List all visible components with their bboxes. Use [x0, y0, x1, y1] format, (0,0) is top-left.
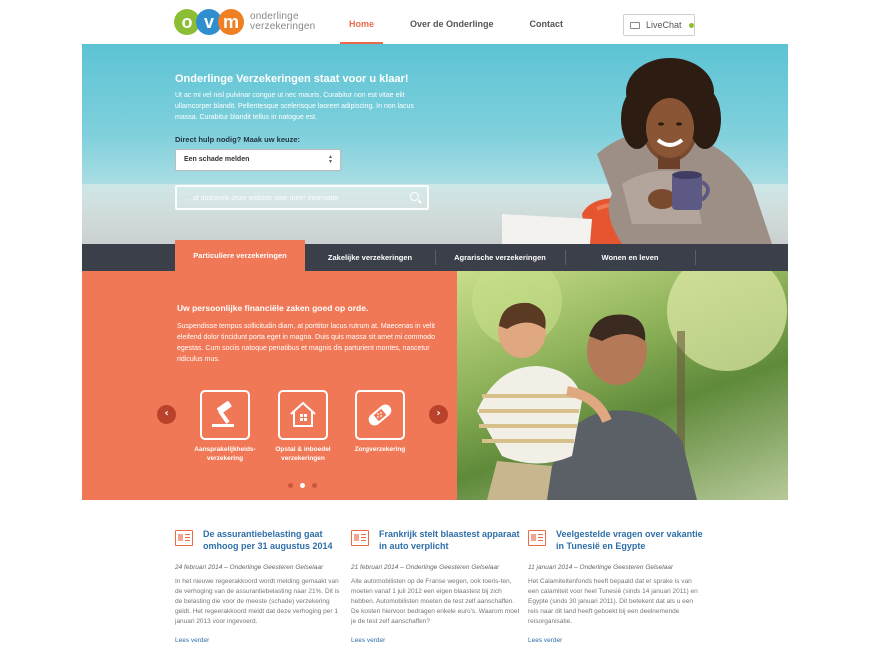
livechat-label: LiveChat [646, 20, 682, 30]
gavel-icon [200, 390, 250, 440]
nav-contact[interactable]: Contact [521, 0, 573, 44]
news-title[interactable]: De assurantiebelasting gaat omhoog per 3… [203, 528, 353, 552]
category-tabs: Particuliere verzekeringen Zakelijke ver… [82, 240, 788, 271]
carousel-dot-active[interactable] [300, 483, 305, 488]
main-nav: Home Over de Onderlinge Contact [340, 0, 590, 44]
search-box [175, 185, 429, 210]
carousel-prev-button[interactable]: ‹ [157, 405, 176, 424]
read-more-link[interactable]: Lees verder [528, 637, 562, 644]
news-title[interactable]: Veelgestelde vragen over vakantie in Tun… [556, 528, 706, 552]
hero-text: Ut ac mi vel nisl pulvinar congue ut nec… [175, 92, 414, 121]
news-meta: 24 februari 2014 – Onderlinge Geesteren … [175, 564, 324, 571]
insurance-zorg[interactable]: Zorgverzekering [340, 390, 420, 454]
carousel-dots [288, 483, 324, 488]
news-meta: 21 februari 2014 – Onderlinge Geesteren … [351, 564, 500, 571]
chat-icon [630, 21, 640, 29]
help-select[interactable]: Een schade melden ▲ ▼ [175, 149, 341, 171]
search-input[interactable] [177, 188, 397, 209]
feature-panel: Uw persoonlijke financiële zaken goed op… [82, 271, 457, 500]
news-text: Het Calamiteitenfonds heeft bepaald dat … [528, 578, 698, 625]
family-image [457, 271, 788, 500]
tab-divider [695, 250, 696, 265]
logo[interactable]: o v m onderlinge verzekeringen [174, 8, 315, 36]
feature-text: Suspendisse tempus sollicitudin diam, at… [177, 323, 435, 363]
insurance-label-line: Opstal & inboedel [275, 446, 331, 453]
news-text: Alle automobilisten op de Franse wegen, … [351, 578, 520, 625]
insurance-label-line: verzekering [206, 455, 244, 462]
insurance-label: Aansprakelijkheids- verzekering [185, 445, 265, 463]
bandage-icon [355, 390, 405, 440]
news-text: In het nieuwe regeerakkoord wordt meldin… [175, 578, 340, 625]
insurance-opstal-inboedel[interactable]: Opstal & inboedel verzekeringen [263, 390, 343, 463]
insurance-label-line: verzekeringen [281, 455, 325, 462]
tab-agrarische[interactable]: Agrarische verzekeringen [435, 244, 565, 271]
nav-home[interactable]: Home [340, 0, 384, 44]
hero-woman-image [502, 58, 772, 244]
read-more-link[interactable]: Lees verder [175, 637, 209, 644]
carousel-dot[interactable] [288, 483, 293, 488]
read-more-link[interactable]: Lees verder [351, 637, 385, 644]
logo-wordmark: onderlinge verzekeringen [250, 12, 315, 32]
insurance-label-line: Aansprakelijkheids- [194, 446, 256, 453]
livechat-button[interactable]: LiveChat [623, 14, 695, 36]
news-meta: 11 januari 2014 – Onderlinge Geesteren G… [528, 564, 674, 571]
insurance-label: Zorgverzekering [340, 445, 420, 454]
carousel-dot[interactable] [312, 483, 317, 488]
logo-mark: o v m [174, 8, 244, 36]
newspaper-icon [528, 530, 546, 546]
search-icon[interactable] [410, 192, 419, 201]
insurance-label-line: Zorgverzekering [354, 446, 406, 453]
tab-zakelijke[interactable]: Zakelijke verzekeringen [305, 244, 435, 271]
online-status-dot [688, 22, 694, 28]
feature-title: Uw persoonlijke financiële zaken goed op… [177, 303, 369, 313]
hero-help-label: Direct hulp nodig? Maak uw keuze: [175, 135, 301, 144]
news-title[interactable]: Frankrijk stelt blaastest apparaat in au… [379, 528, 529, 552]
logo-line-2: verzekeringen [250, 21, 316, 32]
tab-particuliere[interactable]: Particuliere verzekeringen [175, 240, 305, 271]
hero-title: Onderlinge Verzekeringen staat voor u kl… [175, 73, 409, 85]
carousel-next-button[interactable]: › [429, 405, 448, 424]
insurance-label: Opstal & inboedel verzekeringen [263, 445, 343, 463]
help-select-value: Een schade melden [184, 156, 250, 163]
tab-wonen-en-leven[interactable]: Wonen en leven [565, 244, 695, 271]
insurance-aansprakelijkheid[interactable]: Aansprakelijkheids- verzekering [185, 390, 265, 463]
newspaper-icon [351, 530, 369, 546]
site-header: o v m onderlinge verzekeringen Home Over… [0, 0, 880, 44]
select-arrows-icon: ▲ ▼ [328, 154, 333, 165]
newspaper-icon [175, 530, 193, 546]
nav-over-de-onderlinge[interactable]: Over de Onderlinge [401, 0, 503, 44]
house-icon [278, 390, 328, 440]
logo-letter-m: m [218, 9, 244, 35]
hero-banner: Onderlinge Verzekeringen staat voor u kl… [82, 44, 788, 244]
